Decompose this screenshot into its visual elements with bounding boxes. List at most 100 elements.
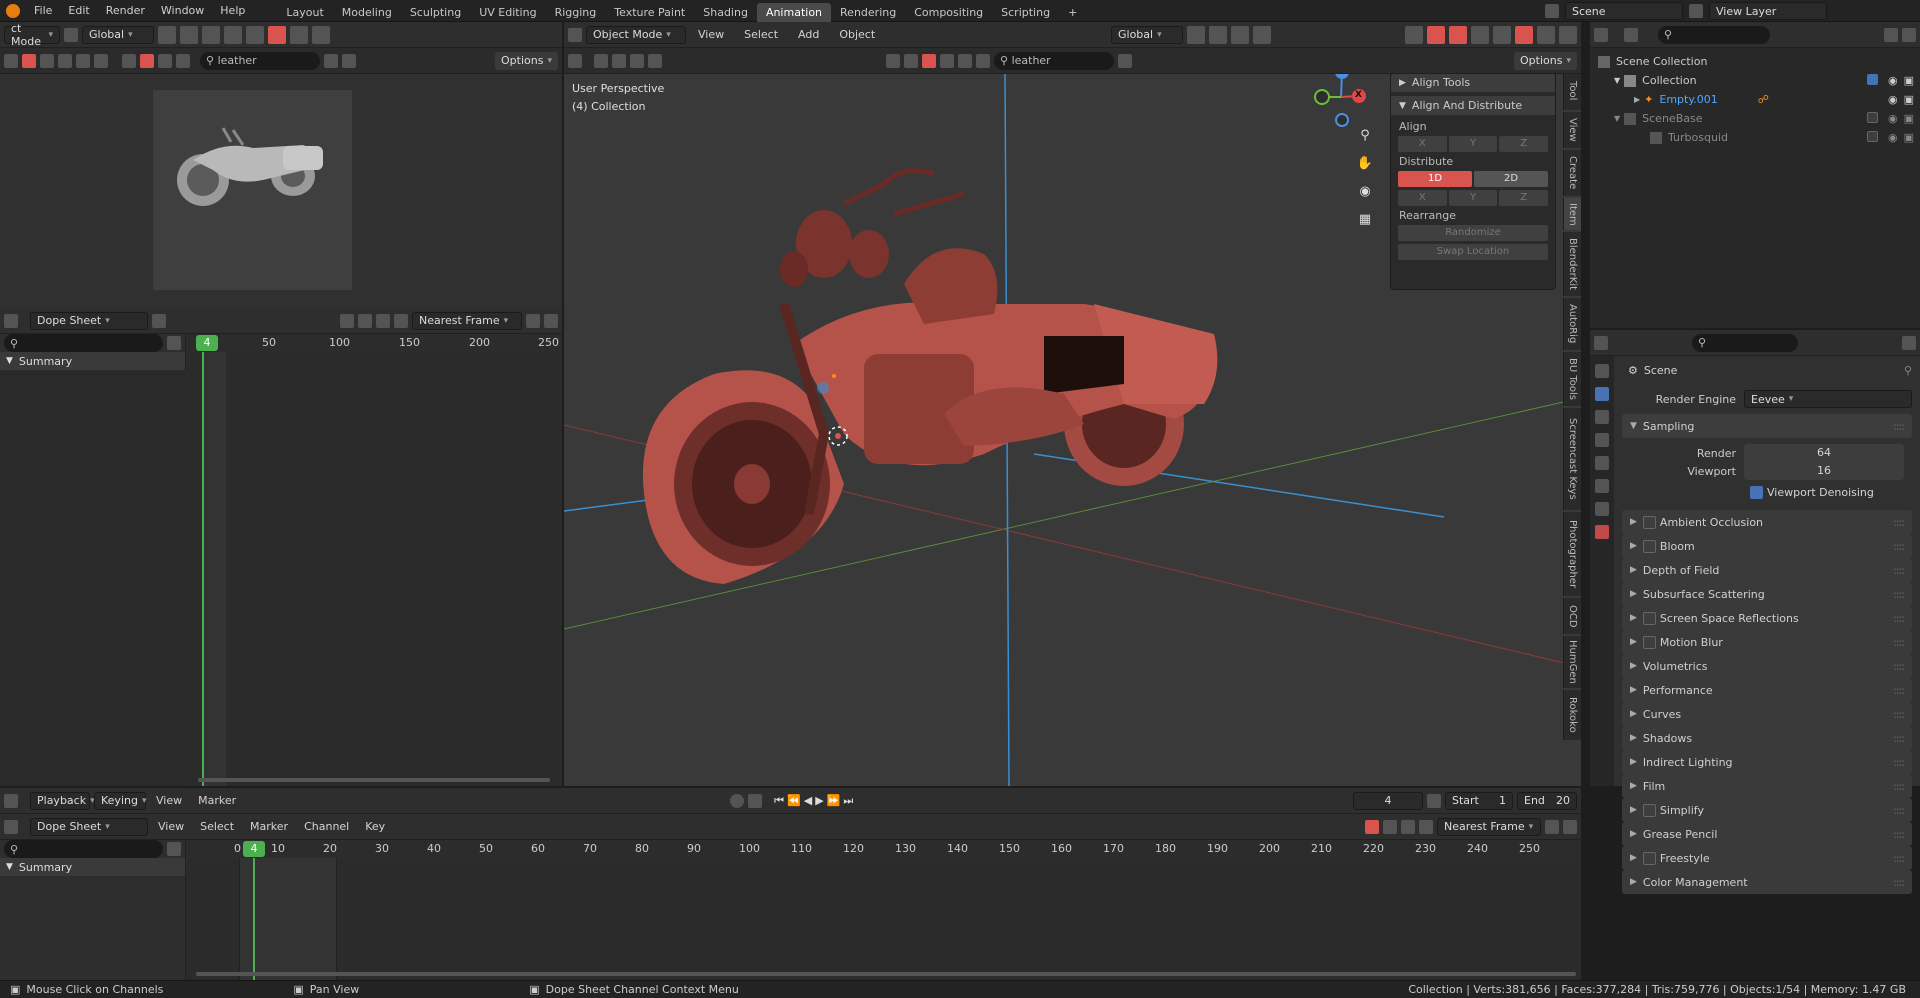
viewport-select-tool-icon[interactable] [568, 53, 582, 68]
panel-performance[interactable]: ▶ Performance:::: [1622, 678, 1912, 702]
viewport-select-mode-icon-2[interactable] [612, 53, 626, 68]
align-tools-panel[interactable]: ▶ Align Tools [1391, 74, 1555, 92]
drag-handle-icon[interactable]: :::: [1893, 804, 1905, 817]
bottom-playhead[interactable] [253, 858, 255, 980]
outliner-row-turbosquid[interactable]: Turbosquid ◉ ▣ [1590, 128, 1920, 147]
sidebar-tab-screencast-keys[interactable]: Screencast Keys [1563, 408, 1581, 510]
bottom-menu-channel[interactable]: Channel [298, 820, 355, 833]
grid-icon[interactable]: ▦ [1355, 212, 1375, 230]
expand-icon[interactable]: ▼ [1614, 76, 1620, 85]
viewport-funnel-icon[interactable] [1118, 53, 1132, 68]
bottom-summary-channel[interactable]: ▼ Summary [0, 858, 185, 876]
select-mode-icon-4[interactable] [94, 53, 108, 68]
tab-modeling[interactable]: Modeling [333, 3, 401, 22]
top-channel-search[interactable]: ⚲ [4, 334, 164, 352]
panel-shadows[interactable]: ▶ Shadows:::: [1622, 726, 1912, 750]
select-mode-icon-3[interactable] [76, 53, 90, 68]
filter-icon[interactable] [122, 53, 136, 68]
drag-handle-icon[interactable]: :::: [1893, 852, 1905, 865]
select-mode-icon-2[interactable] [58, 53, 72, 68]
drag-handle-icon[interactable]: :::: [1893, 660, 1905, 673]
transform-orientation-dropdown[interactable]: Global [82, 25, 154, 44]
bottom-frame-ruler[interactable]: 0 10 20 30 40 50 60 70 80 90 100 110 120 130 140 150 160… [186, 840, 1581, 858]
xray-icon[interactable] [246, 25, 264, 44]
viewport-search-input[interactable]: ⚲ leather [994, 51, 1114, 70]
exclude-checkbox[interactable] [1866, 131, 1878, 142]
view-layer-selector[interactable]: View Layer [1709, 2, 1827, 20]
panel-enable-checkbox[interactable] [1642, 539, 1656, 553]
panel-subsurface-scattering[interactable]: ▶ Subsurface Scattering:::: [1622, 582, 1912, 606]
panel-simplify[interactable]: ▶ Simplify:::: [1622, 798, 1912, 822]
viewport-filter-icon[interactable] [886, 53, 900, 68]
play-reverse-icon[interactable]: ◀ [804, 794, 812, 808]
object-mode-dropdown[interactable]: Object Mode [586, 25, 686, 44]
left-options-button[interactable]: Options [495, 51, 558, 70]
new-collection-icon[interactable] [1902, 27, 1916, 42]
interaction-mode-dropdown[interactable]: ct Mode [4, 22, 60, 48]
viewport-select-mode-icon[interactable] [594, 53, 608, 68]
sidebar-tab-autorig[interactable]: AutoRig [1563, 298, 1581, 350]
viewport-snap-target-icon[interactable] [1231, 25, 1249, 44]
panel-bloom[interactable]: ▶ Bloom:::: [1622, 534, 1912, 558]
viewport-rendered-icon[interactable] [1559, 25, 1577, 44]
preview-range-icon[interactable] [1427, 793, 1441, 808]
show-hidden-icon[interactable] [1383, 819, 1397, 834]
tab-rigging[interactable]: Rigging [546, 3, 606, 22]
top-summary-channel[interactable]: ▼ Summary [0, 352, 185, 370]
viewport-snap-icon[interactable] [1209, 25, 1227, 44]
eye-icon[interactable]: ◉ [1888, 131, 1898, 144]
outliner-search-input[interactable]: ⚲ [1658, 25, 1770, 44]
top-horizontal-scrollbar[interactable] [198, 778, 550, 782]
render-tab-icon[interactable] [1595, 387, 1609, 401]
dopesheet-menu-icon[interactable] [152, 313, 166, 328]
zoom-icon[interactable]: ⚲ [1355, 128, 1375, 146]
pin-icon[interactable]: ⚲ [1904, 364, 1912, 377]
funnel-icon[interactable] [394, 313, 408, 328]
viewport-filter-icon-5[interactable] [976, 53, 990, 68]
drag-handle-icon[interactable]: :::: [1893, 588, 1905, 601]
expand-icon[interactable]: ▼ [1614, 114, 1620, 123]
playback-menu[interactable]: Playback [30, 791, 90, 810]
top-playhead[interactable] [202, 352, 204, 786]
timeline-menu-view[interactable]: View [150, 794, 188, 807]
align-z-button[interactable]: Z [1499, 136, 1549, 152]
tab-layout[interactable]: Layout [277, 3, 332, 22]
viewport-filter-icon-4[interactable] [958, 53, 972, 68]
sidebar-tab-create[interactable]: Create [1563, 150, 1581, 196]
panel-enable-checkbox[interactable] [1642, 803, 1656, 817]
bottom-funnel-icon[interactable] [1419, 819, 1433, 834]
prev-keyframe-icon[interactable]: ⏪ [787, 794, 801, 808]
tab-animation[interactable]: Animation [756, 2, 832, 22]
bottom-editor-type-icon[interactable] [4, 819, 18, 834]
tab-compositing[interactable]: Compositing [905, 3, 992, 22]
viewport-orientation-dropdown[interactable]: Global [1111, 25, 1183, 44]
drag-handle-icon[interactable]: :::: [1893, 756, 1905, 769]
drag-handle-icon[interactable]: :::: [1893, 612, 1905, 625]
viewport-select-mode-icon-3[interactable] [630, 53, 644, 68]
overlay-icon[interactable] [224, 25, 242, 44]
drag-handle-icon[interactable]: :::: [1893, 708, 1905, 721]
keying-menu[interactable]: Keying [94, 791, 146, 810]
outliner-filter-icon[interactable] [1884, 27, 1898, 42]
drag-handle-icon[interactable]: :::: [1893, 636, 1905, 649]
menu-file[interactable]: File [26, 4, 60, 17]
drag-handle-icon[interactable]: :::: [1893, 564, 1905, 577]
left-search-input[interactable]: ⚲ leather [200, 51, 320, 70]
panel-color-management[interactable]: ▶ Color Management:::: [1622, 870, 1912, 894]
viewport-denoising-row[interactable]: Viewport Denoising [1750, 486, 1874, 499]
current-frame-field[interactable]: 4 [1353, 791, 1423, 810]
viewport-filter-icon-3[interactable] [940, 53, 954, 68]
panel-grease-pencil[interactable]: ▶ Grease Pencil:::: [1622, 822, 1912, 846]
sidebar-tab-photographer[interactable]: Photographer [1563, 512, 1581, 596]
viewport-filter-active-icon[interactable] [922, 53, 936, 68]
tab-uv-editing[interactable]: UV Editing [470, 3, 545, 22]
viewport-editor-type-icon[interactable] [568, 27, 582, 42]
world-tab-icon[interactable] [1595, 479, 1609, 493]
viewport-menu-select[interactable]: Select [736, 28, 786, 41]
filter-funnel-icon[interactable] [324, 53, 338, 68]
render-samples-field[interactable]: 64 [1744, 444, 1904, 462]
box-select-icon[interactable] [22, 53, 36, 68]
viewport-samples-field[interactable]: 16 [1744, 462, 1904, 480]
tab-texture-paint[interactable]: Texture Paint [605, 3, 694, 22]
properties-options-icon[interactable] [1902, 335, 1916, 350]
